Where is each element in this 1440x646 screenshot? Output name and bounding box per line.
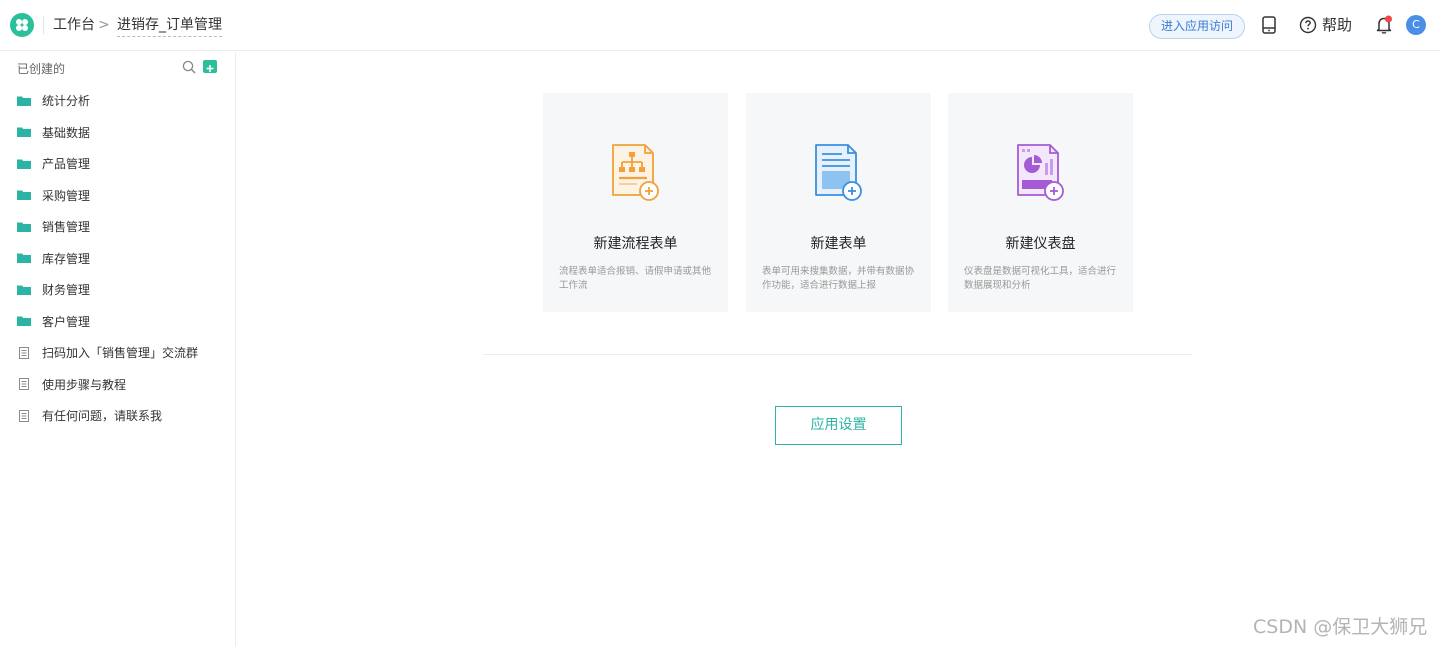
sidebar-item-customers[interactable]: 客户管理 — [0, 306, 236, 338]
sidebar-item-purchasing[interactable]: 采购管理 — [0, 180, 236, 212]
folder-icon — [17, 253, 31, 264]
folder-icon — [17, 96, 31, 106]
document-icon — [19, 346, 29, 359]
header-divider — [43, 16, 44, 34]
mobile-icon[interactable] — [1261, 16, 1277, 34]
folder-icon — [17, 190, 31, 201]
sidebar-item-label: 采购管理 — [42, 188, 91, 203]
sidebar-item-products[interactable]: 产品管理 — [0, 148, 236, 180]
card-title: 新建表单 — [810, 236, 867, 252]
sidebar-item-finance[interactable]: 财务管理 — [0, 274, 236, 306]
folder-icon — [17, 127, 31, 138]
sidebar-item-base-data[interactable]: 基础数据 — [0, 117, 236, 149]
content-divider — [483, 354, 1192, 355]
notification-bell-icon[interactable] — [1375, 15, 1393, 35]
search-icon[interactable] — [182, 60, 196, 74]
sidebar-heading: 已创建的 — [17, 62, 66, 76]
sidebar-item-label: 销售管理 — [42, 220, 91, 235]
card-title: 新建流程表单 — [593, 236, 678, 252]
document-icon — [19, 378, 29, 391]
sidebar-item-label: 库存管理 — [42, 251, 91, 266]
sidebar-item-label: 扫码加入「销售管理」交流群 — [42, 346, 199, 361]
folder-icon — [17, 222, 31, 232]
sidebar-item-label: 有任何问题，请联系我 — [42, 409, 163, 424]
sidebar-item-contact[interactable]: 有任何问题，请联系我 — [0, 400, 236, 432]
add-icon[interactable] — [203, 60, 217, 73]
sidebar-item-label: 基础数据 — [42, 125, 91, 140]
app-logo-icon[interactable] — [10, 13, 34, 37]
user-avatar[interactable]: C — [1406, 15, 1426, 35]
sidebar-list: 统计分析 基础数据 产品管理 采购管理 销售管理 库存管理 财务管理 客户管理 — [0, 85, 236, 432]
sidebar-item-label: 统计分析 — [42, 94, 91, 109]
sidebar: 已创建的 统计分析 基础数据 产品管理 采购管理 销售管理 库存管理 财务管理 … — [0, 52, 236, 646]
sidebar-item-inventory[interactable]: 库存管理 — [0, 243, 236, 275]
card-description: 表单可用来搜集数据，并带有数据协作功能，适合进行数据上报 — [762, 266, 915, 291]
folder-icon — [17, 159, 31, 169]
new-dashboard-card[interactable]: 新建仪表盘 仪表盘是数据可视化工具，适合进行数据展现和分析 — [948, 93, 1133, 312]
breadcrumb-root[interactable]: 工作台 — [53, 15, 95, 35]
visit-app-button[interactable]: 进入应用访问 — [1149, 14, 1245, 39]
sidebar-item-tutorial[interactable]: 使用步骤与教程 — [0, 369, 236, 401]
watermark: CSDN @保卫大狮兄 — [1253, 616, 1428, 638]
help-icon[interactable] — [1299, 16, 1317, 34]
new-flow-form-card[interactable]: 新建流程表单 流程表单适合报销、请假申请或其他工作流 — [543, 93, 728, 312]
sidebar-item-label: 财务管理 — [42, 283, 91, 298]
new-form-card[interactable]: 新建表单 表单可用来搜集数据，并带有数据协作功能，适合进行数据上报 — [746, 93, 931, 312]
flow-form-icon — [612, 144, 659, 201]
app-settings-button[interactable]: 应用设置 — [775, 406, 902, 445]
folder-icon — [17, 316, 31, 327]
breadcrumb-current[interactable]: 进销存_订单管理 — [117, 15, 222, 37]
sidebar-item-join-group[interactable]: 扫码加入「销售管理」交流群 — [0, 337, 236, 369]
card-description: 仪表盘是数据可视化工具，适合进行数据展现和分析 — [964, 266, 1117, 291]
breadcrumb-separator: > — [98, 17, 110, 33]
form-icon — [815, 144, 862, 201]
sidebar-item-label: 客户管理 — [42, 314, 91, 329]
help-label[interactable]: 帮助 — [1322, 15, 1352, 35]
sidebar-item-label: 使用步骤与教程 — [42, 377, 127, 392]
dashboard-icon — [1017, 144, 1064, 201]
sidebar-item-sales[interactable]: 销售管理 — [0, 211, 236, 243]
sidebar-item-label: 产品管理 — [42, 157, 91, 172]
sidebar-item-statistics[interactable]: 统计分析 — [0, 85, 236, 117]
folder-icon — [17, 285, 31, 295]
document-icon — [19, 409, 29, 422]
card-title: 新建仪表盘 — [1005, 236, 1076, 252]
top-bar: 工作台 > 进销存_订单管理 进入应用访问 帮助 C — [0, 0, 1440, 51]
card-description: 流程表单适合报销、请假申请或其他工作流 — [559, 266, 712, 291]
